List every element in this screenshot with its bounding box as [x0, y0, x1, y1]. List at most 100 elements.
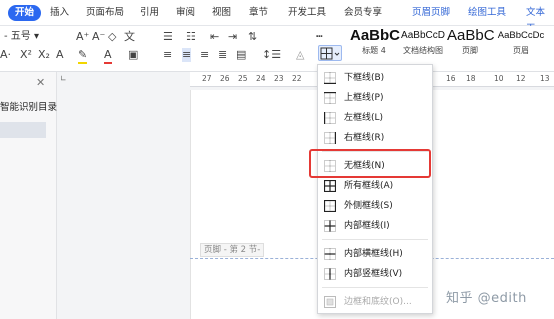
wps-writer-window: 开始 插入 页面布局 引用 审阅 视图 章节 开发工具 会员专享 页眉页脚 绘图… [0, 0, 554, 319]
subscript-icon[interactable]: X₂ [38, 48, 50, 62]
tab-developer[interactable]: 开发工具 [288, 5, 326, 21]
font-size-value: 五号 [10, 31, 31, 42]
menu-item-label: 左框线(L) [344, 113, 384, 123]
footer-section-label: 页脚 - 第 2 节- [200, 243, 265, 257]
menu-item-bottom-border[interactable]: 下框线(B) [318, 69, 432, 87]
menu-item-right-border[interactable]: 右框线(R) [318, 129, 432, 147]
menu-item-label: 边框和底纹(O)... [344, 297, 412, 307]
align-center-icon[interactable]: ≡ [182, 48, 192, 62]
menu-item-label: 右框线(R) [344, 133, 385, 143]
ruler-number: 10 [494, 74, 504, 83]
bullets-icon[interactable]: ☰ [163, 30, 173, 44]
menu-separator [322, 287, 428, 288]
menu-bar: 开始 插入 页面布局 引用 审阅 视图 章节 开发工具 会员专享 页眉页脚 绘图… [0, 0, 554, 34]
menu-item-left-border[interactable]: 左框线(L) [318, 109, 432, 127]
ruler-number: 12 [516, 74, 526, 83]
style-sample: AaBbCcDc [497, 30, 545, 41]
border-button[interactable] [318, 45, 342, 61]
tab-drawing-tools[interactable]: 绘图工具 [468, 5, 506, 21]
ribbon-toolbar: - 五号 ▾ A⁺ A⁻ ◇ 文 A· X² X₂ A ✎ A ▣ ☰ ☷ ⇤ … [0, 26, 554, 72]
pane-selected-item[interactable] [0, 122, 46, 138]
tab-header-footer[interactable]: 页眉页脚 [412, 5, 450, 21]
align-right-icon[interactable]: ≡ [200, 48, 209, 62]
ruler-number: 27 [202, 74, 212, 83]
menu-item-borders-shading[interactable]: 边框和底纹(O)... [318, 293, 432, 311]
shrink-font-icon[interactable]: A⁻ [92, 30, 105, 44]
char-border-icon[interactable]: ▣ [128, 48, 138, 62]
increase-indent-icon[interactable]: ⇥ [228, 30, 237, 44]
menu-item-label: 上框线(P) [344, 93, 384, 103]
phonetic-icon[interactable]: 文 [124, 30, 135, 44]
border-inside-icon [324, 220, 336, 232]
style-footer[interactable]: AaBbC 页脚 [447, 27, 495, 59]
ruler-number: 22 [292, 74, 302, 83]
font-color-icon[interactable]: A [104, 48, 112, 64]
style-caption: 页脚 [462, 46, 478, 55]
tab-member[interactable]: 会员专享 [344, 5, 382, 21]
clear-format-icon[interactable]: ◇ [108, 30, 116, 44]
ruler-number: 18 [466, 74, 476, 83]
tab-section[interactable]: 章节 [249, 5, 268, 21]
tab-page-layout[interactable]: 页面布局 [86, 5, 124, 21]
highlight-icon[interactable]: ✎ [78, 48, 88, 64]
tab-text-tools[interactable]: 文本工 [526, 5, 554, 34]
border-top-icon [324, 92, 336, 104]
tab-stop-selector[interactable]: ∟ [60, 74, 67, 83]
border-outside-icon [324, 200, 336, 212]
menu-item-label: 内部竖框线(V) [344, 269, 403, 279]
ruler-number: 26 [220, 74, 230, 83]
style-sample: AaBbC [447, 27, 495, 44]
style-sample: AaBbC [350, 27, 401, 44]
border-grid-icon [320, 47, 340, 60]
tab-references[interactable]: 引用 [140, 5, 159, 21]
show-marks-icon[interactable]: ┅ [316, 30, 323, 44]
ruler-number: 24 [256, 74, 266, 83]
numbering-icon[interactable]: ☷ [186, 30, 196, 44]
menu-item-label: 下框线(B) [344, 73, 385, 83]
shading-icon[interactable]: ◬ [296, 48, 304, 62]
style-header[interactable]: AaBbCcDc 页眉 [494, 27, 548, 59]
text-effect-icon[interactable]: A [56, 48, 64, 62]
menu-item-label: 所有框线(A) [344, 181, 394, 191]
menu-item-all-borders[interactable]: 所有框线(A) [318, 177, 432, 195]
ruler-number: 23 [274, 74, 284, 83]
tab-view[interactable]: 视图 [212, 5, 231, 21]
sort-icon[interactable]: ⇅ [248, 30, 257, 44]
style-caption: 标题 4 [362, 46, 386, 55]
menu-item-inside-borders[interactable]: 内部框线(I) [318, 217, 432, 235]
tab-start[interactable]: 开始 [8, 5, 42, 21]
style-heading4[interactable]: AaBbC 标题 4 [350, 27, 401, 59]
grow-font-icon[interactable]: A⁺ [76, 30, 89, 44]
ruler-number: 25 [238, 74, 248, 83]
borders-shading-icon [324, 296, 336, 308]
menu-item-label: 内部横框线(H) [344, 249, 403, 259]
tab-insert[interactable]: 插入 [50, 5, 69, 21]
border-all-icon [324, 180, 336, 192]
style-sample: AaBbCcD [401, 30, 445, 41]
superscript-icon[interactable]: X² [20, 48, 32, 62]
menu-item-inside-horizontal[interactable]: 内部横框线(H) [318, 245, 432, 263]
border-dropdown-menu: 下框线(B) 上框线(P) 左框线(L) 右框线(R) 无框线(N) 所有框线(… [317, 64, 433, 314]
smart-toc-label[interactable]: 智能识别目录 [0, 99, 57, 113]
menu-separator [322, 239, 428, 240]
menu-item-top-border[interactable]: 上框线(P) [318, 89, 432, 107]
decrease-indent-icon[interactable]: ⇤ [210, 30, 219, 44]
menu-item-outside-borders[interactable]: 外侧框线(S) [318, 197, 432, 215]
menu-item-label: 内部框线(I) [344, 221, 390, 231]
justify-icon[interactable]: ≣ [218, 48, 227, 62]
border-left-icon [324, 112, 336, 124]
strikethrough-icon[interactable]: A· [0, 48, 11, 62]
font-size-select[interactable]: - 五号 ▾ [4, 30, 39, 44]
style-document-map[interactable]: AaBbCcD 文档结构图 [399, 27, 447, 59]
menu-item-inside-vertical[interactable]: 内部竖框线(V) [318, 265, 432, 283]
close-icon[interactable]: ✕ [36, 76, 45, 89]
distribute-icon[interactable]: ▤ [236, 48, 246, 62]
line-spacing-icon[interactable]: ↕☰ [262, 48, 281, 62]
highlight-box [309, 149, 431, 178]
border-inside-horizontal-icon [324, 248, 336, 260]
style-caption: 文档结构图 [403, 46, 443, 55]
navigation-pane: ✕ 智能识别目录 [0, 72, 57, 319]
tab-review[interactable]: 审阅 [176, 5, 195, 21]
align-left-icon[interactable]: ≡ [163, 48, 172, 62]
style-caption: 页眉 [513, 46, 529, 55]
